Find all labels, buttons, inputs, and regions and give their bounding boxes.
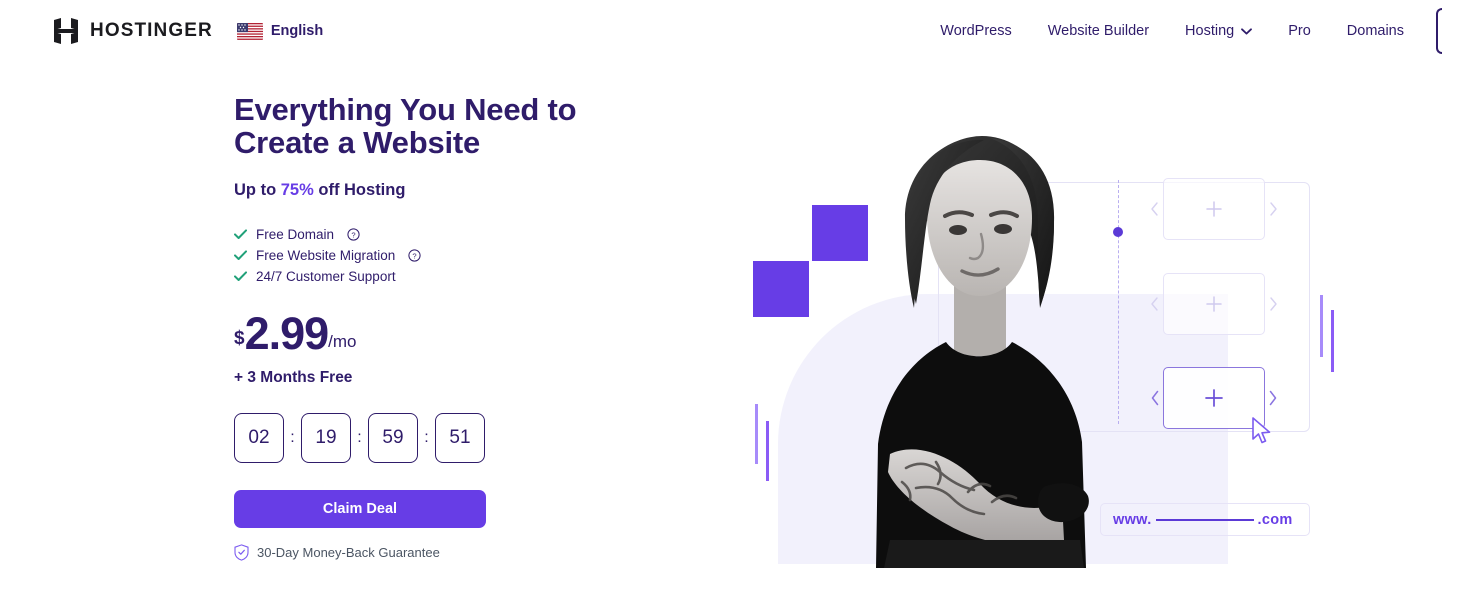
svg-text:?: ? <box>351 230 355 239</box>
hostinger-h-logo-icon <box>54 18 78 44</box>
shield-check-icon <box>234 544 249 561</box>
countdown-separator: : <box>290 429 295 447</box>
plus-icon <box>1205 389 1223 407</box>
nav-item-wordpress[interactable]: WordPress <box>922 23 1029 39</box>
element-placeholder-card[interactable] <box>1151 273 1277 335</box>
check-icon <box>234 271 247 281</box>
chevron-right-icon[interactable] <box>1268 390 1278 406</box>
money-back-guarantee: 30-Day Money-Back Guarantee <box>234 544 654 561</box>
hero-section: Everything You Need to Create a Website … <box>0 62 1466 598</box>
domain-search-bar[interactable]: www. .com <box>1100 503 1310 536</box>
list-item: Free Website Migration ? <box>234 245 654 266</box>
guide-anchor-dot <box>1113 227 1123 237</box>
list-item: 24/7 Customer Support <box>234 266 654 287</box>
accent-bar-left-1 <box>766 421 769 481</box>
chevron-down-icon <box>1241 27 1253 34</box>
main-nav: WordPress Website Builder Hosting Pro Do… <box>922 0 1442 62</box>
svg-text:?: ? <box>413 251 417 260</box>
nav-label: Website Builder <box>1047 23 1150 39</box>
feature-label: Free Website Migration <box>256 247 396 263</box>
check-icon <box>234 250 247 260</box>
price-amount: 2.99 <box>244 307 330 359</box>
nav-label: Pro <box>1288 23 1311 39</box>
countdown-unit-hours: 19 <box>301 413 351 464</box>
price-display: $ 2.99 /mo <box>234 307 654 359</box>
chevron-left-icon[interactable] <box>1150 390 1160 406</box>
element-placeholder-card[interactable] <box>1151 178 1277 240</box>
person-photo <box>876 136 1089 568</box>
us-flag-icon <box>236 22 263 40</box>
accent-bar-left-2 <box>755 404 758 464</box>
chevron-right-icon[interactable] <box>1269 202 1278 216</box>
plus-icon <box>1206 201 1222 217</box>
claim-deal-button[interactable]: Claim Deal <box>234 490 486 529</box>
subhead-suffix: off Hosting <box>313 180 406 199</box>
url-input-underline[interactable] <box>1155 518 1254 521</box>
countdown-separator: : <box>357 429 362 447</box>
accent-bar-right-2 <box>1331 310 1334 372</box>
header-cta-button-clipped[interactable] <box>1436 8 1442 54</box>
hero-illustration: www. .com <box>700 62 1400 598</box>
nav-item-pro[interactable]: Pro <box>1270 23 1329 39</box>
countdown-timer: 02 : 19 : 59 : 51 <box>234 413 654 464</box>
countdown-unit-days: 02 <box>234 413 284 464</box>
info-question-icon[interactable]: ? <box>347 228 360 241</box>
url-prefix: www. <box>1113 511 1152 528</box>
brand-logo[interactable]: HOSTINGER <box>54 18 213 44</box>
alignment-guide-line <box>1118 180 1119 424</box>
countdown-unit-minutes: 59 <box>368 413 418 464</box>
language-label: English <box>270 23 324 39</box>
purple-square-bottom <box>753 261 809 317</box>
headline-line-1: Everything You Need to <box>234 92 577 127</box>
nav-item-hosting[interactable]: Hosting <box>1167 23 1270 39</box>
feature-label: 24/7 Customer Support <box>256 268 396 284</box>
feature-list: Free Domain ? Free Website Migration ? 2… <box>234 224 654 287</box>
guarantee-label: 30-Day Money-Back Guarantee <box>257 545 440 561</box>
accent-bar-right-1 <box>1320 295 1323 357</box>
info-question-icon[interactable]: ? <box>408 249 421 262</box>
nav-label: Hosting <box>1185 23 1235 39</box>
check-icon <box>234 229 247 239</box>
price-period: /mo <box>328 332 357 352</box>
subhead-prefix: Up to <box>234 180 281 199</box>
chevron-right-icon[interactable] <box>1269 297 1278 311</box>
language-selector[interactable]: English <box>236 22 324 40</box>
hero-copy: Everything You Need to Create a Website … <box>234 92 654 561</box>
list-item: Free Domain ? <box>234 224 654 245</box>
nav-item-website-builder[interactable]: Website Builder <box>1030 23 1167 39</box>
url-suffix: .com <box>1257 511 1293 528</box>
nav-item-domains[interactable]: Domains <box>1329 23 1422 39</box>
headline-line-2: Create a Website <box>234 124 481 160</box>
mouse-pointer-icon <box>1252 417 1271 444</box>
chevron-left-icon[interactable] <box>1150 202 1159 216</box>
discount-percent: 75% <box>280 180 314 199</box>
brand-name: HOSTINGER <box>90 20 213 41</box>
countdown-unit-seconds: 51 <box>435 413 485 464</box>
plus-icon <box>1206 296 1222 312</box>
feature-label: Free Domain <box>256 226 335 242</box>
price-currency: $ <box>234 328 245 350</box>
nav-label: Domains <box>1346 23 1404 39</box>
nav-label: WordPress <box>940 23 1012 39</box>
bonus-months-label: + 3 Months Free <box>234 369 353 387</box>
hero-subheadline: Up to 75% off Hosting <box>234 181 654 200</box>
chevron-left-icon[interactable] <box>1150 297 1159 311</box>
element-placeholder-card-selected[interactable] <box>1151 367 1277 429</box>
site-header: HOSTINGER English WordPress Website Buil… <box>0 0 1466 62</box>
page-title: Everything You Need to Create a Website <box>234 92 654 160</box>
countdown-separator: : <box>424 429 429 447</box>
